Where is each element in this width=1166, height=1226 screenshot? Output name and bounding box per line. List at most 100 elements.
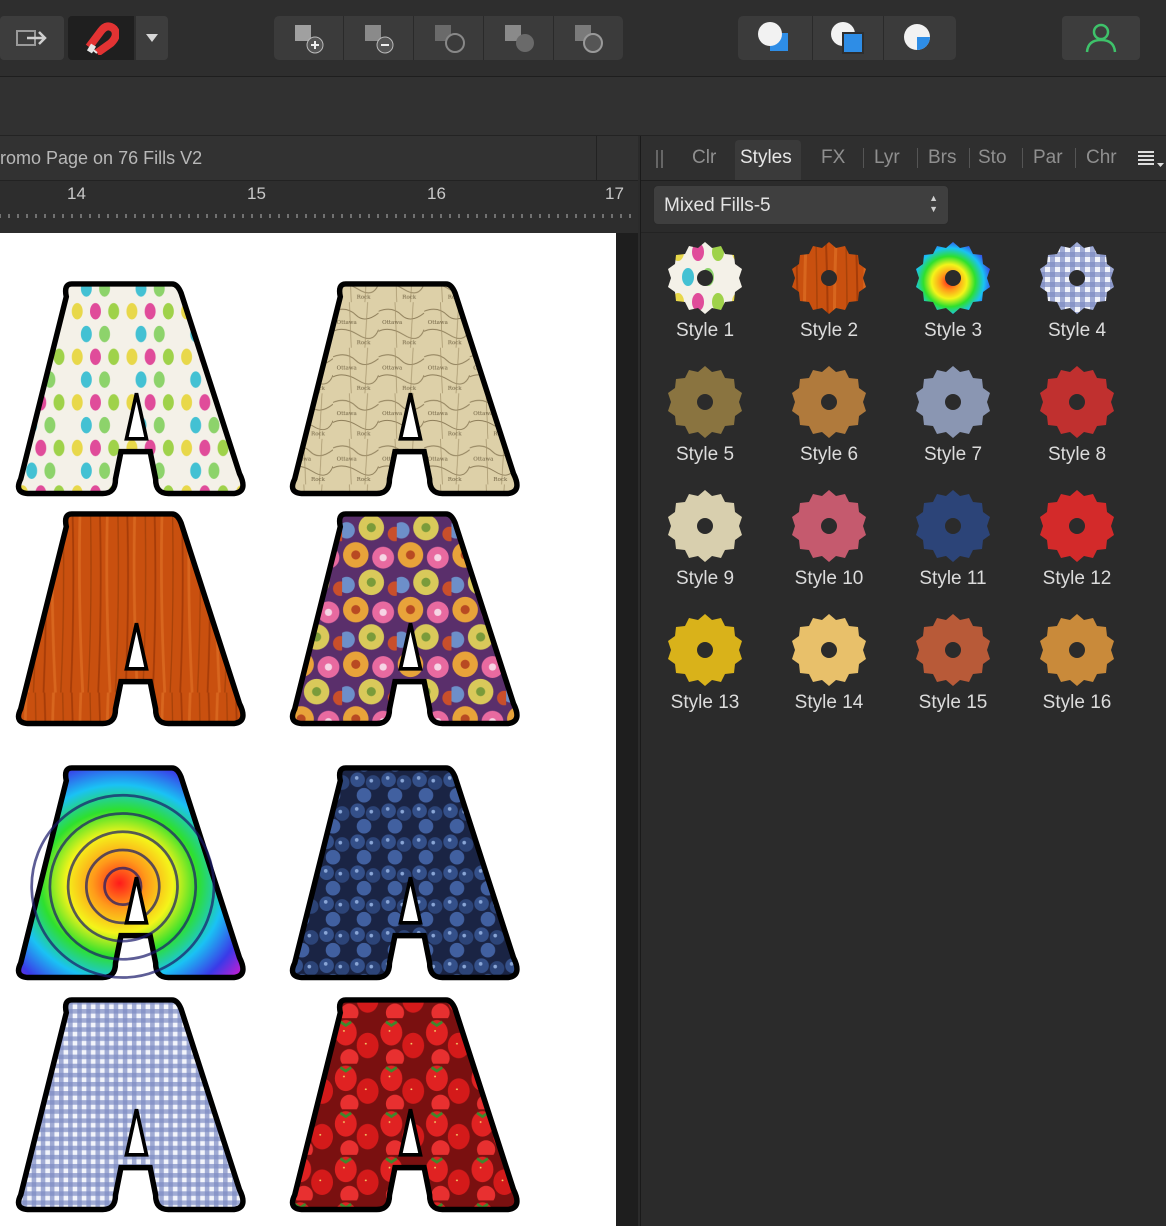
boolean-group [738,16,956,60]
letter-a-wood[interactable] [2,503,260,729]
insert-front-icon [504,25,534,52]
persona-button[interactable] [1062,16,1140,60]
document-tab[interactable]: romo Page on 76 Fills V2 [0,136,638,181]
style-swatch[interactable]: Style 11 [891,490,1015,614]
gear-swatch-icon [668,366,742,438]
style-swatch[interactable]: Style 15 [891,614,1015,738]
letter-a-map[interactable] [276,273,534,499]
style-label: Style 13 [670,692,740,713]
gear-swatch-icon [1040,614,1114,686]
intersect-button[interactable] [884,16,956,60]
gear-swatch-icon [668,242,742,314]
style-label: Style 3 [923,320,983,341]
gear-swatch-icon [668,490,742,562]
tab-sto[interactable]: Sto [978,147,1007,169]
insert-below-button[interactable] [344,16,414,60]
gear-swatch-icon [792,490,866,562]
insert-behind-icon [434,25,465,53]
style-swatch[interactable]: Style 1 [643,242,767,366]
tab-fx[interactable]: FX [821,147,845,169]
tab-lyr[interactable]: Lyr [874,147,900,169]
gear-swatch-icon [1040,366,1114,438]
studio-panel: Clr Styles FX Lyr Brs Sto Par Chr Mixed … [640,136,1166,1226]
add-icon [758,22,788,51]
arrange-group [274,16,623,60]
style-label: Style 2 [799,320,859,341]
insert-above-icon [294,25,323,54]
tab-divider [863,148,864,168]
style-label: Style 4 [1047,320,1107,341]
tab-clr[interactable]: Clr [692,147,716,169]
style-label: Style 7 [923,444,983,465]
style-label: Style 15 [918,692,988,713]
style-swatch[interactable]: Style 16 [1015,614,1139,738]
gear-swatch-icon [1040,490,1114,562]
style-label: Style 6 [799,444,859,465]
style-label: Style 9 [675,568,735,589]
move-tool-button[interactable] [0,16,64,60]
main-toolbar [0,0,1166,77]
gear-swatch-icon [792,614,866,686]
tab-styles[interactable]: Styles [740,147,792,169]
style-swatch[interactable]: Style 7 [891,366,1015,490]
ruler-ticks [0,214,631,218]
horizontal-ruler: 14 15 16 17 [0,181,638,233]
chevron-updown-icon: ▲ ▼ [929,193,938,214]
move-tool-icon [16,30,47,46]
style-swatch[interactable]: Style 2 [767,242,891,366]
insert-front-button[interactable] [484,16,554,60]
gear-swatch-icon [792,242,866,314]
style-category-dropdown[interactable]: Mixed Fills-5 ▲ ▼ [653,185,949,225]
style-label: Style 16 [1042,692,1112,713]
style-swatch[interactable]: Style 12 [1015,490,1139,614]
intersect-icon [904,24,930,50]
gear-swatch-icon [916,614,990,686]
letter-a-gingham[interactable] [2,989,260,1215]
letter-a-blueberries[interactable] [276,757,534,983]
canvas-area[interactable] [0,233,638,1226]
tab-divider [917,148,918,168]
style-swatch[interactable]: Style 5 [643,366,767,490]
style-label: Style 8 [1047,444,1107,465]
insert-behind-button[interactable] [414,16,484,60]
style-swatch[interactable]: Style 6 [767,366,891,490]
insert-above-button[interactable] [274,16,344,60]
gear-swatch-icon [916,242,990,314]
panel-tabs: Clr Styles FX Lyr Brs Sto Par Chr [641,136,1166,181]
style-label: Style 14 [794,692,864,713]
insert-inside-button[interactable] [554,16,623,60]
panel-grip-icon[interactable] [655,150,665,168]
style-swatch[interactable]: Style 14 [767,614,891,738]
style-swatch[interactable]: Style 13 [643,614,767,738]
tab-brs[interactable]: Brs [928,147,957,169]
gear-swatch-icon [792,366,866,438]
style-swatch[interactable]: Style 8 [1015,366,1139,490]
letter-a-eggs[interactable] [2,273,260,499]
letter-a-flowers[interactable] [276,503,534,729]
style-label: Style 12 [1042,568,1112,589]
snapping-options-dropdown[interactable] [136,16,168,60]
style-category-label: Mixed Fills-5 [664,195,771,216]
gear-swatch-icon [916,490,990,562]
style-swatch[interactable]: Style 4 [1015,242,1139,366]
user-icon [1085,23,1117,53]
style-swatch[interactable]: Style 10 [767,490,891,614]
style-label: Style 1 [675,320,735,341]
letter-a-strawberries[interactable] [276,989,534,1215]
document-page[interactable] [0,233,616,1226]
snapping-button[interactable] [68,16,134,60]
chevron-down-icon [146,34,158,42]
style-swatch[interactable]: Style 3 [891,242,1015,366]
style-label: Style 10 [794,568,864,589]
style-swatch[interactable]: Style 9 [643,490,767,614]
hamburger-menu-icon[interactable] [1138,150,1166,170]
tab-par[interactable]: Par [1033,147,1063,169]
gear-swatch-icon [916,366,990,438]
add-button[interactable] [738,16,813,60]
magnet-icon [85,22,119,55]
subtract-button[interactable] [813,16,884,60]
letter-a-rainbow[interactable] [2,757,260,983]
tab-chr[interactable]: Chr [1086,147,1117,169]
context-toolbar [0,77,1166,136]
gear-swatch-icon [668,614,742,686]
